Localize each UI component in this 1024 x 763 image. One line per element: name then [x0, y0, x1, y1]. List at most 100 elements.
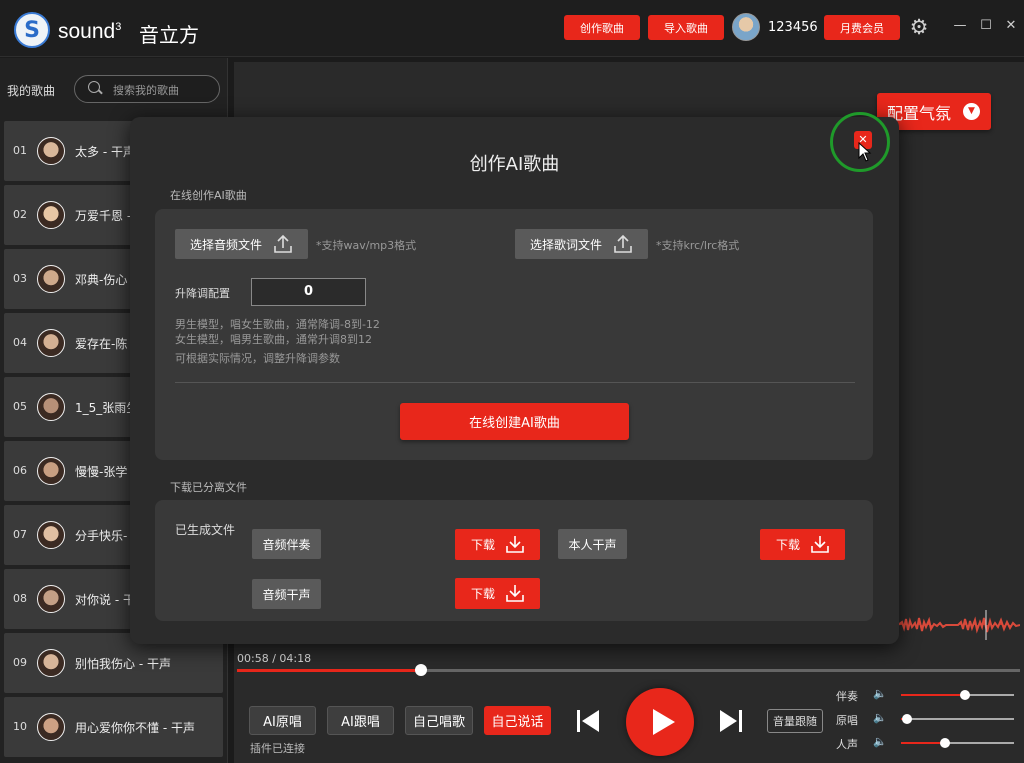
select-lyrics-button[interactable]: 选择歌词文件	[515, 229, 648, 259]
generated-files-label: 已生成文件	[175, 523, 236, 537]
mode-ai-original-button[interactable]: AI原唱	[249, 706, 316, 735]
song-avatar	[37, 713, 65, 741]
download-icon	[506, 585, 524, 602]
volume-follow-button[interactable]: 音量跟随	[767, 709, 823, 733]
song-avatar	[37, 585, 65, 613]
previous-icon[interactable]	[573, 708, 603, 734]
user-avatar[interactable]	[732, 13, 760, 41]
song-number: 10	[13, 720, 27, 733]
mixer-label: 伴奏	[836, 690, 858, 703]
song-avatar	[37, 649, 65, 677]
brand-name: sound3	[58, 20, 122, 43]
search-placeholder: 搜索我的歌曲	[113, 84, 179, 97]
volume-slider-fill	[901, 694, 966, 696]
speaker-icon[interactable]: 🔈	[873, 687, 887, 700]
brand-name-cn: 音立方	[139, 23, 199, 47]
pitch-label: 升降调配置	[175, 287, 230, 300]
mode-ai-follow-button[interactable]: AI跟唱	[327, 706, 394, 735]
username: 123456	[768, 20, 818, 35]
song-avatar	[37, 393, 65, 421]
section-online-label: 在线创作AI歌曲	[170, 189, 247, 202]
song-name: 别怕我伤心 - 干声	[75, 657, 171, 671]
maximize-icon[interactable]: ☐	[977, 17, 995, 35]
gear-icon[interactable]: ⚙	[907, 15, 931, 39]
song-number: 09	[13, 656, 27, 669]
play-button[interactable]	[626, 688, 694, 756]
download-audio-dry-button[interactable]: 下载	[455, 578, 540, 609]
file-accompaniment: 音频伴奏	[252, 529, 321, 559]
create-ai-song-button[interactable]: 在线创建AI歌曲	[400, 403, 629, 440]
song-avatar	[37, 137, 65, 165]
next-icon[interactable]	[716, 708, 746, 734]
mode-self-speak-button[interactable]: 自己说话	[484, 706, 551, 735]
pitch-note: 男生模型，唱女生歌曲，通常降调-8到-12	[175, 318, 380, 331]
close-window-icon[interactable]: ✕	[1002, 17, 1020, 35]
song-name: 慢慢-张学	[75, 465, 128, 479]
song-number: 02	[13, 208, 27, 221]
search-icon	[88, 81, 100, 93]
create-song-button[interactable]: 创作歌曲	[564, 15, 640, 40]
volume-slider-handle[interactable]	[901, 714, 912, 724]
volume-slider-track[interactable]	[901, 718, 1014, 720]
song-number: 07	[13, 528, 27, 541]
song-name: 用心爱你你不懂 - 干声	[75, 721, 195, 735]
chevron-down-icon: ▼	[963, 103, 980, 120]
song-name: 爱存在-陈	[75, 337, 128, 351]
upload-icon	[614, 234, 632, 253]
song-number: 08	[13, 592, 27, 605]
mode-self-sing-button[interactable]: 自己唱歌	[405, 706, 473, 735]
import-song-button[interactable]: 导入歌曲	[648, 15, 724, 40]
waveform	[898, 610, 1020, 640]
song-number: 01	[13, 144, 27, 157]
song-number: 05	[13, 400, 27, 413]
download-icon	[506, 536, 524, 553]
select-audio-button[interactable]: 选择音频文件	[175, 229, 308, 259]
speaker-icon[interactable]: 🔈	[873, 711, 887, 724]
song-number: 06	[13, 464, 27, 477]
song-avatar	[37, 265, 65, 293]
mixer-label: 原唱	[836, 714, 858, 727]
song-name: 太多 - 干声	[75, 145, 135, 159]
mixer-label: 人声	[836, 738, 858, 751]
pitch-note: 女生模型，唱男生歌曲，通常升调8到12	[175, 333, 372, 346]
sidebar-title: 我的歌曲	[7, 84, 56, 98]
song-number: 04	[13, 336, 27, 349]
divider	[175, 382, 855, 383]
time-display: 00:58 / 04:18	[237, 652, 312, 665]
plugin-status: 插件已连接	[250, 742, 305, 755]
pitch-input[interactable]: 0	[251, 278, 366, 306]
volume-slider-fill	[901, 742, 946, 744]
audio-format-hint: *支持wav/mp3格式	[316, 239, 417, 252]
song-name: 1_5_张雨生	[75, 401, 139, 415]
progress-handle[interactable]	[415, 664, 427, 676]
vip-button[interactable]: 月费会员	[824, 15, 900, 40]
file-audio-dry-vocal: 音频干声	[252, 579, 321, 609]
app-logo-icon: S	[14, 12, 50, 48]
search-input[interactable]: 搜索我的歌曲	[74, 75, 220, 103]
download-icon	[811, 536, 829, 553]
dialog-title: 创作AI歌曲	[469, 154, 560, 175]
volume-slider-handle[interactable]	[940, 738, 951, 748]
mouse-cursor-icon	[858, 142, 872, 162]
song-list-item[interactable]: 10 用心爱你你不懂 - 干声	[4, 697, 223, 757]
song-avatar	[37, 457, 65, 485]
section-download-label: 下载已分离文件	[170, 481, 247, 494]
minimize-icon[interactable]: —	[951, 17, 969, 35]
download-own-dry-button[interactable]: 下载	[760, 529, 845, 560]
song-avatar	[37, 521, 65, 549]
song-name: 对你说 - 干	[75, 593, 135, 607]
pitch-note: 可根据实际情况，调整升降调参数	[175, 352, 340, 365]
song-name: 分手快乐-	[75, 529, 128, 543]
song-avatar	[37, 201, 65, 229]
song-avatar	[37, 329, 65, 357]
song-number: 03	[13, 272, 27, 285]
lyrics-format-hint: *支持krc/lrc格式	[656, 239, 740, 252]
file-own-dry-vocal: 本人干声	[558, 529, 627, 559]
download-accompaniment-button[interactable]: 下载	[455, 529, 540, 560]
title-bar: S sound3 音立方 创作歌曲 导入歌曲 123456 月费会员 ⚙ — ☐…	[0, 0, 1024, 57]
progress-fill	[237, 669, 421, 672]
song-name: 邓典-伤心	[75, 273, 128, 287]
upload-icon	[274, 234, 292, 253]
song-name: 万爱千恩 -	[75, 209, 132, 223]
speaker-icon[interactable]: 🔈	[873, 735, 887, 748]
